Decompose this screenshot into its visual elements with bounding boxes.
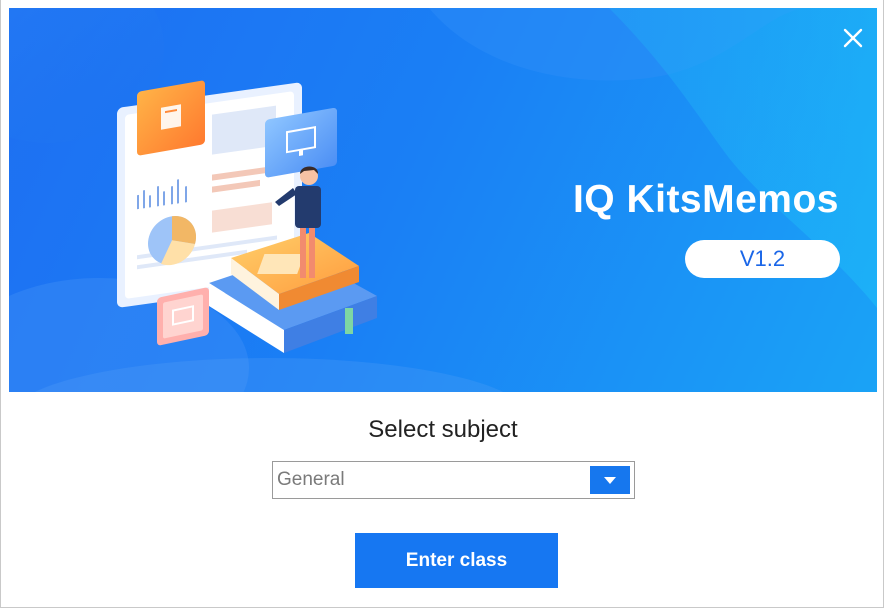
enter-class-button[interactable]: Enter class [355,533,558,588]
close-button[interactable] [839,26,867,54]
dropdown-toggle-button[interactable] [590,466,630,494]
app-title: IQ KitsMemos [572,178,839,221]
select-subject-label: Select subject [368,416,518,443]
version-badge: V1.2 [685,240,840,278]
subject-dropdown[interactable]: General [272,461,635,499]
header-banner: IQ KitsMemos V1.2 [9,8,877,392]
chevron-down-icon [604,477,616,484]
subject-selected-value: General [277,469,345,490]
close-icon [843,28,863,48]
kitsmemos-launcher-window: IQ KitsMemos V1.2 Select subject General… [0,0,884,608]
